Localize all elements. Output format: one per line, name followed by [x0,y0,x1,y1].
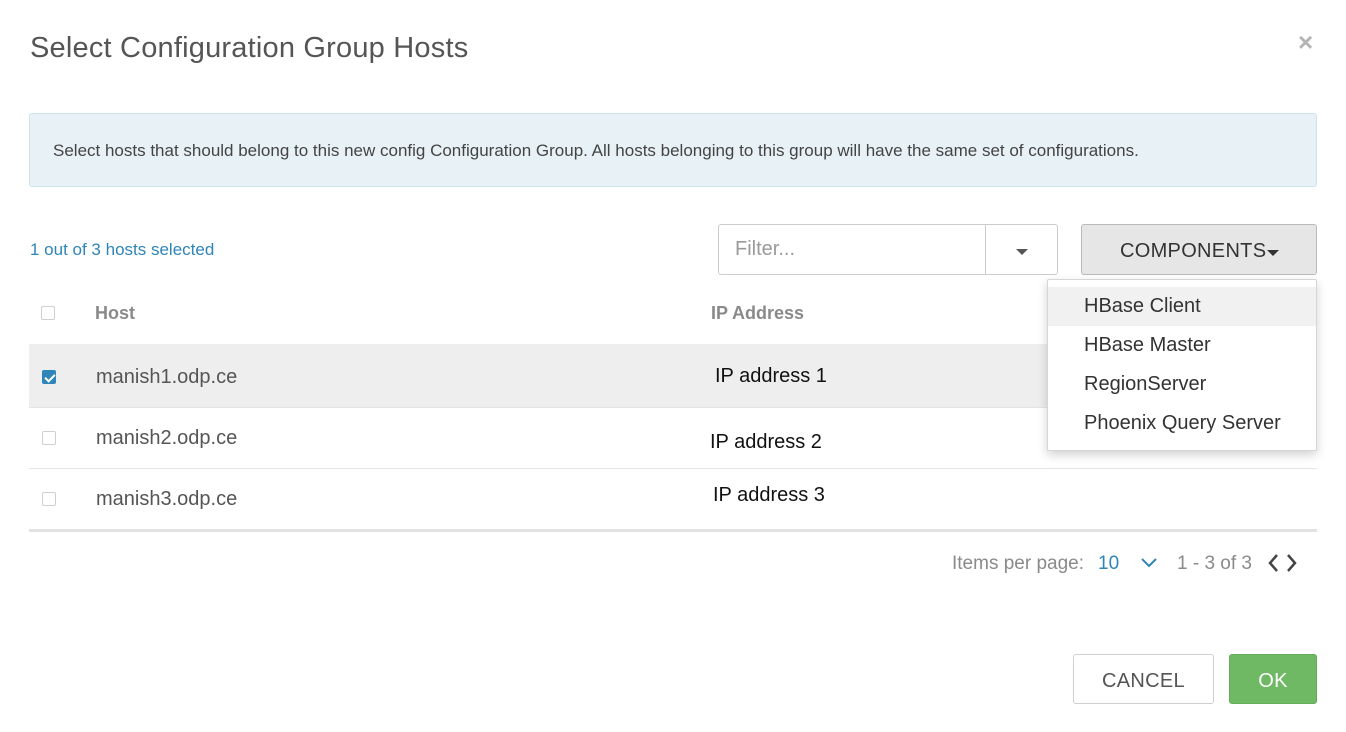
menu-item-phoenix-query-server[interactable]: Phoenix Query Server [1048,404,1316,443]
menu-item-hbase-client[interactable]: HBase Client [1048,287,1316,326]
row-divider [29,468,1317,469]
select-config-group-hosts-modal: Select Configuration Group Hosts × Selec… [0,0,1346,732]
close-icon[interactable]: × [1298,28,1313,56]
select-all-checkbox[interactable] [41,306,55,320]
info-alert: Select hosts that should belong to this … [29,113,1317,187]
components-button-label: COMPONENTS [1120,240,1267,262]
host-name: manish2.odp.ce [96,427,238,449]
ok-button[interactable]: OK [1229,654,1317,704]
caret-down-icon [1267,250,1279,256]
chevron-right-icon[interactable] [1285,552,1299,574]
checkbox-checked-icon[interactable] [42,370,56,384]
menu-item-regionserver[interactable]: RegionServer [1048,365,1316,404]
modal-title: Select Configuration Group Hosts [30,32,469,64]
components-dropdown-menu: HBase Client HBase Master RegionServer P… [1047,279,1317,451]
info-alert-text: Select hosts that should belong to this … [53,141,1139,160]
filter-input[interactable] [719,225,986,274]
items-per-page-label: Items per page: [952,553,1085,574]
row-checkbox[interactable] [42,431,56,445]
ip-address: IP address 1 [715,365,827,387]
menu-item-label: HBase Client [1084,295,1201,317]
ok-button-label: OK [1258,670,1288,692]
pagination-range: 1 - 3 of 3 [1177,553,1252,574]
ip-address: IP address 3 [713,484,825,506]
row-checkbox[interactable] [42,492,56,506]
filter-control [718,224,1058,275]
host-name: manish1.odp.ce [96,366,238,388]
menu-item-label: HBase Master [1084,334,1211,356]
components-dropdown-button[interactable]: COMPONENTS [1081,224,1317,275]
menu-item-label: Phoenix Query Server [1084,412,1281,434]
cancel-button-label: CANCEL [1102,670,1185,692]
column-header-host[interactable]: Host [95,303,135,324]
ip-address: IP address 2 [710,431,822,453]
table-bottom-border [29,529,1317,532]
chevron-down-icon[interactable] [1140,553,1158,573]
caret-down-icon[interactable] [986,225,1058,274]
host-name: manish3.odp.ce [96,488,238,510]
selected-hosts-count[interactable]: 1 out of 3 hosts selected [30,240,214,260]
column-header-ip-address[interactable]: IP Address [711,303,804,324]
items-per-page-select[interactable]: 10 [1098,553,1119,575]
chevron-left-icon[interactable] [1266,552,1280,574]
menu-item-label: RegionServer [1084,373,1207,395]
cancel-button[interactable]: CANCEL [1073,654,1214,704]
menu-item-hbase-master[interactable]: HBase Master [1048,326,1316,365]
